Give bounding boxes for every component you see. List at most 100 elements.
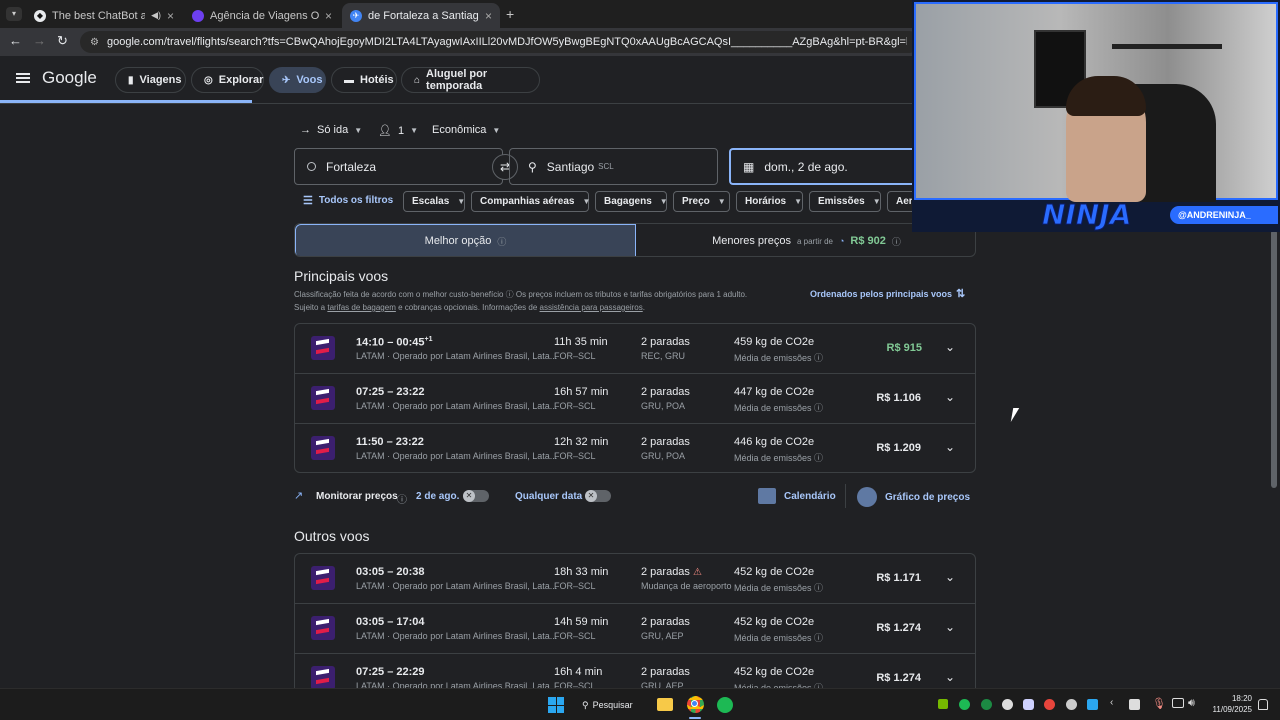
flight-row[interactable]: 14:10 – 00:45+1 LATAM · Operado por Lata…	[295, 324, 975, 374]
tray-steam-icon[interactable]	[1002, 699, 1013, 710]
destination-value: Santiago	[546, 159, 595, 174]
info-icon[interactable]: ⓘ	[497, 235, 506, 248]
flight-row[interactable]: 07:25 – 23:22 LATAM · Operado por Latam …	[295, 374, 975, 424]
other-flights-list: 03:05 – 20:38 LATAM · Operado por Latam …	[294, 553, 976, 693]
main-flights-desc: Classificação feita de acordo com o melh…	[294, 290, 748, 312]
nav-voos[interactable]: ✈ Voos	[269, 67, 326, 93]
price-graph-button[interactable]: Gráfico de preços	[857, 487, 970, 507]
chevron-down-icon[interactable]: ⌄	[945, 440, 955, 454]
airline-label: LATAM · Operado por Latam Airlines Brasi…	[356, 631, 558, 641]
tray-app-icon[interactable]	[981, 699, 992, 710]
cabin-select[interactable]: Econômica ▼	[432, 124, 500, 136]
tab-google-flights[interactable]: ✈ de Fortaleza a Santiago | Googl ×	[342, 3, 500, 28]
new-tab-icon[interactable]: +	[506, 6, 514, 22]
notification-icon[interactable]	[1258, 699, 1268, 710]
shelf	[1112, 44, 1222, 49]
reload-icon[interactable]: ↻	[57, 33, 68, 49]
origin-field[interactable]: Fortaleza	[294, 148, 503, 185]
info-icon[interactable]: ⓘ	[397, 491, 407, 506]
back-icon[interactable]: ←	[9, 33, 22, 48]
tray-record-icon[interactable]	[1044, 699, 1055, 710]
flight-row[interactable]: 03:05 – 20:38 LATAM · Operado por Latam …	[295, 554, 975, 604]
windows-start-icon[interactable]	[548, 697, 564, 713]
address-bar[interactable]: ⚙ google.com/travel/flights/search?tfs=C…	[80, 31, 920, 53]
flight-row[interactable]: 11:50 – 23:22 LATAM · Operado por Latam …	[295, 424, 975, 472]
calendar-button[interactable]: Calendário	[758, 488, 836, 504]
file-explorer-icon[interactable]	[657, 698, 673, 711]
stops: 2 paradas	[641, 386, 690, 398]
cheapest-price: R$ 902	[850, 235, 886, 247]
filter-companhias[interactable]: Companhias aéreas ▼	[471, 191, 590, 212]
filter-bagagens[interactable]: Bagagens ▼	[595, 191, 668, 212]
filter-horarios[interactable]: Horários ▼	[736, 191, 803, 212]
caret-down-icon: ▼	[659, 197, 668, 206]
nav-hoteis[interactable]: ▬ Hotéis	[331, 67, 397, 93]
chevron-down-icon[interactable]: ⌄	[945, 620, 955, 634]
menu-icon[interactable]	[16, 73, 30, 83]
explore-icon: ◎	[204, 74, 213, 86]
tray-discord-icon[interactable]	[1023, 699, 1034, 710]
nav-explorar[interactable]: ◎ Explorar	[191, 67, 264, 93]
tray-spotify-icon[interactable]	[959, 699, 970, 710]
close-icon[interactable]: ×	[325, 9, 332, 23]
chevron-down-icon[interactable]: ⌄	[945, 570, 955, 584]
destination-field[interactable]: ⚲ Santiago SCL	[509, 148, 718, 185]
filter-preco[interactable]: Preço ▼	[673, 191, 730, 212]
spotify-icon[interactable]	[717, 697, 733, 713]
volume-icon[interactable]: 🔊︎	[1188, 697, 1195, 710]
filter-escalas[interactable]: Escalas ▼	[403, 191, 465, 212]
trip-type-select[interactable]: → Só ida ▼	[300, 124, 362, 136]
baggage-fees-link[interactable]: tarifas de bagagem	[327, 303, 396, 312]
filter-label: Companhias aéreas	[480, 196, 575, 207]
chevron-down-icon[interactable]: ⌄	[945, 670, 955, 684]
tab-search-button[interactable]: ▾	[6, 7, 22, 21]
chevron-down-icon[interactable]: ⌄	[945, 390, 955, 404]
passengers-select[interactable]: 👤︎ 1 ▼	[378, 124, 418, 138]
tray-app3-icon[interactable]	[1129, 699, 1140, 710]
clock[interactable]: 18:20 11/09/2025	[1206, 693, 1252, 715]
latam-logo-icon	[311, 436, 335, 460]
nav-aluguel[interactable]: ⌂ Aluguel por temporada	[401, 67, 540, 93]
close-icon[interactable]: ×	[167, 9, 174, 23]
date-field[interactable]: ▦ dom., 2 de ago.	[729, 148, 919, 185]
loading-bar	[0, 100, 252, 103]
close-icon[interactable]: ×	[485, 9, 492, 23]
tab-best-option[interactable]: Melhor opção ⓘ	[295, 224, 636, 256]
person-hair	[1066, 76, 1146, 116]
filter-label: Horários	[745, 196, 787, 207]
passenger-assistance-link[interactable]: assistência para passageiros	[540, 303, 643, 312]
tray-app2-icon[interactable]	[1087, 699, 1098, 710]
flight-row[interactable]: 03:05 – 17:04 LATAM · Operado por Latam …	[295, 604, 975, 654]
stops-detail: GRU, POA	[641, 401, 686, 411]
taskbar-search[interactable]: ⚲ Pesquisar	[582, 695, 646, 715]
sorted-by-button[interactable]: Ordenados pelos principais voos ⇅	[810, 287, 965, 300]
tab-agencia[interactable]: Agência de Viagens Online con ×	[184, 3, 340, 28]
latam-logo-icon	[311, 616, 335, 640]
site-info-icon[interactable]: ⚙	[90, 37, 99, 48]
tray-chevron-icon[interactable]: ‹	[1110, 697, 1113, 708]
agency-favicon-icon	[192, 9, 204, 22]
info-icon[interactable]: ⓘ	[506, 290, 516, 299]
filter-label: Aer	[896, 196, 913, 207]
filter-emissoes[interactable]: Emissões ▼	[809, 191, 881, 212]
location-pin-icon: ⚲	[528, 159, 537, 174]
page-scrollbar[interactable]	[1271, 230, 1277, 488]
tab-chatbot[interactable]: ◆ The best ChatBot and Widg ◀) ×	[26, 3, 182, 28]
stops: 2 paradas ⚠	[641, 566, 702, 578]
flight-times: 14:10 – 00:45+1	[356, 336, 433, 349]
nav-viagens[interactable]: ▮ Viagens	[115, 67, 186, 93]
microphone-icon[interactable]: 🎙︎	[1152, 697, 1166, 710]
tray-obs-icon[interactable]	[1066, 699, 1077, 710]
any-date-toggle[interactable]: ✕	[585, 490, 611, 502]
all-filters-button[interactable]: ☰ Todos os filtros	[303, 194, 393, 207]
chevron-down-icon[interactable]: ⌄	[945, 340, 955, 354]
google-logo[interactable]: Google	[42, 68, 97, 88]
chrome-icon[interactable]	[687, 696, 704, 713]
route: FOR–SCL	[554, 351, 596, 361]
date-track-toggle[interactable]: ✕	[463, 490, 489, 502]
google-flights-favicon-icon: ✈	[350, 9, 362, 22]
tray-nvidia-icon[interactable]	[938, 699, 948, 709]
forward-icon[interactable]: →	[33, 33, 46, 48]
network-icon[interactable]	[1172, 698, 1184, 708]
info-icon[interactable]: ⓘ	[892, 235, 901, 248]
